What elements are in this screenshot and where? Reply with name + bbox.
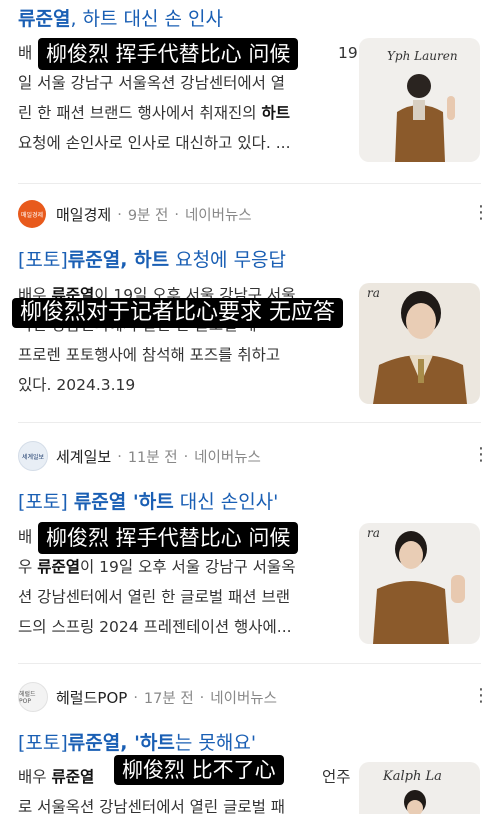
article-2-thumbnail[interactable]: ra: [359, 283, 480, 404]
article-3-meta: 세계일보 · 11분 전 · 네이버뉴스: [56, 446, 261, 467]
snippet-line: 로 서울옥션 강남센터에서 열린 글로벌 패: [18, 798, 286, 816]
timestamp: 17분 전: [143, 691, 194, 707]
person-photo-icon: ra: [367, 286, 467, 404]
article-1-thumbnail[interactable]: Yph Lauren: [359, 38, 480, 162]
article-3-thumbnail[interactable]: ra: [359, 523, 480, 644]
snippet-line: 요청에 손인사로 인사로 대신하고 있다. ...: [18, 134, 291, 152]
more-vertical-icon[interactable]: ⋮: [472, 446, 490, 464]
snippet-line: 린 한 패션 브랜드 행사에서 취재진의 하트: [18, 104, 290, 122]
svg-text:Yph Lauren: Yph Lauren: [387, 49, 458, 63]
site-name: 네이버뉴스: [194, 450, 261, 466]
video-subtitle: 柳俊烈对于记者比心要求 无应答: [12, 298, 343, 328]
timestamp: 11분 전: [127, 450, 178, 466]
article-4-meta: 헤럴드POP · 17분 전 · 네이버뉴스: [56, 687, 277, 708]
source-name[interactable]: 매일경제: [56, 204, 111, 225]
video-subtitle: 柳俊烈 挥手代替比心 问候: [38, 38, 299, 70]
article-2-meta: 매일경제 · 9분 전 · 네이버뉴스: [56, 204, 252, 225]
divider: [18, 422, 481, 423]
source-logo: 헤럴드POP: [18, 682, 48, 712]
snippet-line: 있다. 2024.3.19: [18, 376, 136, 394]
article-4-thumbnail[interactable]: Kalph La: [359, 762, 480, 814]
svg-text:ra: ra: [367, 526, 380, 540]
more-vertical-icon[interactable]: ⋮: [472, 687, 490, 705]
article-2-title[interactable]: [포토]류준열, 하트 요청에 무응답: [18, 245, 286, 272]
site-name: 네이버뉴스: [210, 691, 277, 707]
divider: [18, 663, 481, 664]
video-subtitle: 柳俊烈 挥手代替比心 问候: [38, 522, 299, 554]
more-vertical-icon[interactable]: ⋮: [472, 204, 490, 222]
source-name[interactable]: 헤럴드POP: [56, 687, 127, 708]
person-photo-icon: Yph Lauren: [387, 49, 458, 162]
snippet-line: 프로렌 포토행사에 참석해 포즈를 취하고: [18, 346, 281, 364]
article-3-title[interactable]: [포토] 류준열 '하트 대신 손인사': [18, 487, 278, 514]
source-logo: 세계일보: [18, 441, 48, 471]
article-4-title[interactable]: [포토]류준열, '하트는 못해요': [18, 728, 256, 755]
svg-text:ra: ra: [367, 286, 380, 300]
source-name[interactable]: 세계일보: [56, 446, 111, 467]
svg-text:Kalph La: Kalph La: [382, 769, 442, 784]
snippet-line: 우 류준열이 19일 오후 서울 강남구 서울옥: [18, 558, 296, 576]
timestamp: 9분 전: [127, 208, 169, 224]
snippet-line: 배: [18, 44, 33, 62]
video-subtitle: 柳俊烈 比不了心: [114, 755, 284, 785]
snippet-line: 드의 스프링 2024 프레젠테이션 행사에...: [18, 618, 292, 636]
article-1-title[interactable]: 류준열, 하트 대신 손 인사: [18, 4, 223, 31]
person-photo-icon: ra: [367, 526, 465, 644]
snippet-line: 일 서울 강남구 서울옥션 강남센터에서 열: [18, 74, 286, 92]
site-name: 네이버뉴스: [184, 208, 252, 224]
source-logo: 매일경제: [18, 200, 46, 228]
divider: [18, 183, 481, 184]
snippet-line: 션 강남센터에서 열린 한 글로벌 패션 브랜: [18, 588, 290, 606]
person-photo-icon: Kalph La: [382, 769, 442, 814]
